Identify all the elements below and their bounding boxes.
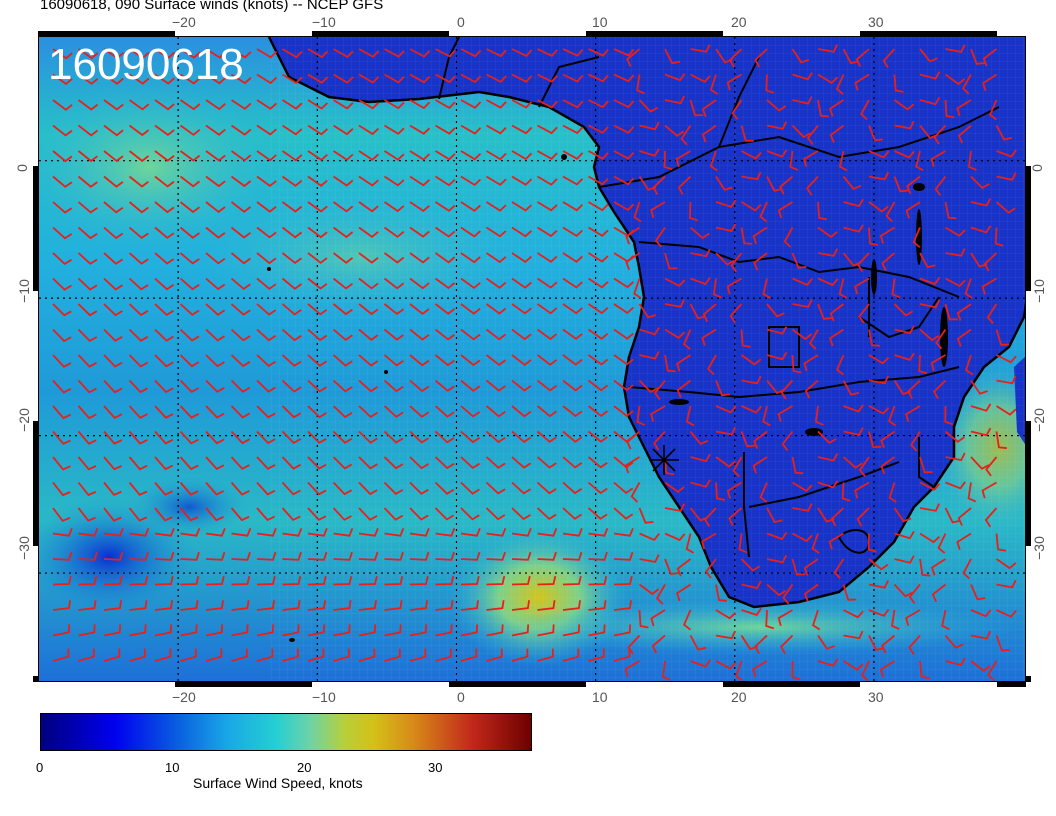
- top-tick: −20: [172, 14, 196, 30]
- speed-min-southwest-2: [129, 477, 249, 537]
- wind-map: [38, 36, 1026, 682]
- bottom-tick: 30: [868, 689, 884, 705]
- wind-map-canvas: [39, 37, 1025, 681]
- top-tick: 0: [457, 14, 465, 30]
- left-tick: 0: [13, 164, 30, 172]
- bottom-tick: 10: [592, 689, 608, 705]
- left-tick: −10: [15, 279, 32, 303]
- bottom-tick: −10: [312, 689, 336, 705]
- top-tick: 10: [592, 14, 608, 30]
- top-tick: 20: [731, 14, 747, 30]
- top-tick: −10: [312, 14, 336, 30]
- left-tick: −30: [15, 536, 32, 560]
- bottom-tick: 0: [457, 689, 465, 705]
- model-grid-overlay: [269, 37, 1025, 681]
- left-tick: −20: [15, 408, 32, 432]
- right-tick: −10: [1030, 279, 1047, 303]
- date-stamp: 16090618: [48, 40, 244, 89]
- top-axis-bar: [38, 31, 1026, 36]
- bottom-tick: −20: [172, 689, 196, 705]
- station-marker: [649, 445, 679, 475]
- bottom-axis-bar: [38, 682, 1026, 687]
- right-tick: 0: [1028, 164, 1045, 172]
- colorbar-tick: 30: [428, 760, 443, 775]
- bottom-tick: 20: [731, 689, 747, 705]
- colorbar: [40, 713, 532, 751]
- colorbar-tick: 0: [36, 760, 44, 775]
- left-axis-bar: [33, 36, 38, 682]
- map-title: 16090618, 090 Surface winds (knots) -- N…: [40, 0, 384, 13]
- top-tick: 30: [868, 14, 884, 30]
- right-axis-bar: [1026, 36, 1031, 682]
- right-tick: −30: [1030, 536, 1047, 560]
- right-tick: −20: [1030, 408, 1047, 432]
- colorbar-tick: 20: [297, 760, 312, 775]
- colorbar-label: Surface Wind Speed, knots: [193, 775, 363, 791]
- colorbar-tick: 10: [165, 760, 180, 775]
